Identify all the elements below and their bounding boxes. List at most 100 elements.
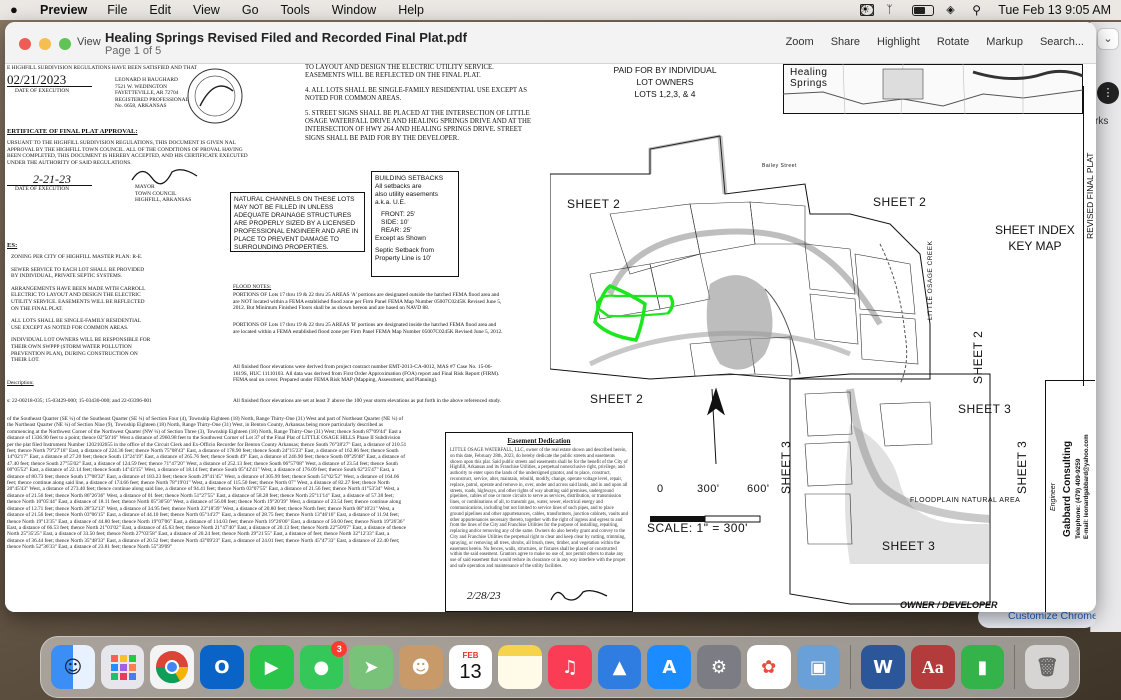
markup-button[interactable]: Markup: [986, 36, 1023, 48]
flood-notes-a: PORTIONS OF Lots 17 thru 19 & 22 thru 25…: [233, 292, 502, 312]
pdf-page[interactable]: E HIGHFILL SUBDIVISION REGULATIONS HAVE …: [5, 64, 1096, 612]
sheet-3-label-b: SHEET 3: [779, 440, 793, 494]
bookmarks-partial-label: rks: [1095, 116, 1109, 127]
finder-icon[interactable]: ☺: [51, 645, 95, 689]
photos-icon[interactable]: ✿: [746, 645, 791, 689]
building-setbacks-box: BUILDING SETBACKS All setbacks are also …: [371, 171, 459, 277]
system-settings-icon[interactable]: ⚙: [697, 645, 741, 689]
menu-go[interactable]: Go: [242, 3, 259, 17]
signature-line: [7, 86, 92, 87]
maps-icon[interactable]: ➤: [349, 645, 393, 689]
apple-menu-icon[interactable]: ●: [10, 3, 24, 17]
dock: ☺ O ▶ ● 3 ➤ ☻ FEB 13 ♫ ▲ A ⚙ ✿ ▣ W Aa ▮ 🗑: [40, 636, 1080, 698]
close-window-button[interactable]: [19, 38, 31, 50]
calendar-icon[interactable]: FEB 13: [448, 645, 493, 689]
sheet-3-label-d: SHEET 3: [882, 539, 936, 553]
document-title: Healing Springs Revised Filed and Record…: [105, 30, 467, 45]
menu-file[interactable]: File: [107, 3, 127, 17]
flood-notes-heading: FLOOD NOTES:: [233, 284, 272, 290]
preview-window: View Healing Springs Revised Filed and R…: [5, 22, 1096, 612]
scale-text: SCALE: 1" = 300': [647, 521, 748, 535]
menu-window[interactable]: Window: [332, 3, 376, 17]
dock-separator-2: [1014, 645, 1016, 689]
messages-badge: 3: [331, 641, 348, 657]
dock-separator: [850, 645, 852, 689]
paid-for-header: PAID FOR BY INDIVIDUAL LOT OWNERS LOTS 1…: [613, 65, 717, 99]
keynote-icon[interactable]: ▲: [597, 645, 642, 689]
description-label: Description:: [7, 380, 34, 386]
bluetooth-icon[interactable]: ᛉ: [886, 4, 900, 16]
flood-notes-d: All finished floor elevations are set at…: [233, 398, 502, 404]
trash-icon[interactable]: 🗑: [1025, 645, 1070, 689]
chrome-icon[interactable]: [150, 645, 195, 689]
dictionary-icon[interactable]: Aa: [910, 645, 955, 689]
parcel-numbers: s: 22-00218-035; 15-03429-000; 15-03430-…: [7, 398, 152, 404]
certificate-heading: ERTIFICATE OF FINAL PLAT APPROVAL:: [7, 128, 138, 135]
easement-date: 2/28/23: [467, 590, 501, 602]
share-button[interactable]: Share: [831, 36, 860, 48]
floodplain-natural-area-label: FLOODPLAIN NATURAL AREA: [910, 497, 1021, 504]
date-of-execution-label-2: DATE OF EXECUTION: [15, 186, 70, 192]
menu-tools[interactable]: Tools: [281, 3, 310, 17]
app-store-icon[interactable]: A: [647, 645, 692, 689]
notes-heading: ES:: [7, 242, 18, 249]
general-notes-list: ZONING PER CITY OF HIGHFILL MASTER PLAN:…: [11, 254, 151, 364]
natural-channels-box: NATURAL CHANNELS ON THESE LOTS MAY NOT B…: [230, 192, 365, 252]
page-count: Page 1 of 5: [105, 45, 162, 57]
menu-view[interactable]: View: [193, 3, 220, 17]
scale-zero: 0: [657, 483, 664, 495]
app-menu-preview[interactable]: Preview: [40, 3, 87, 17]
surveyor-seal-stamp: [187, 68, 243, 124]
contacts-icon[interactable]: ☻: [398, 645, 443, 689]
menu-help[interactable]: Help: [398, 3, 424, 17]
menu-bar: ● Preview File Edit View Go Tools Window…: [0, 0, 1121, 20]
little-osage-creek-label: LITTLE OSAGE CREEK: [927, 240, 934, 320]
wifi-icon[interactable]: ◈: [946, 4, 960, 16]
column-two-notes: TO LAYOUT AND DESIGN THE ELECTRIC UTILIT…: [305, 64, 532, 142]
execution-date-2: 2-21-23: [33, 172, 71, 186]
sheet-3-label-a: SHEET 3: [958, 402, 1012, 416]
flood-notes-c: All finished floor elevations were deriv…: [233, 364, 500, 384]
legal-description: of the Southeast Quarter (SE ¼) of the S…: [7, 416, 407, 551]
chevron-down-icon[interactable]: ⌄: [1097, 28, 1119, 50]
launchpad-icon[interactable]: [100, 645, 145, 689]
mayor-signature: [131, 169, 198, 185]
battery-icon[interactable]: [912, 4, 935, 16]
vicinity-label-healing-springs: Healing Springs: [790, 67, 830, 89]
sheet-2-label-c: SHEET 2: [590, 392, 644, 406]
menu-bar-clock[interactable]: Tue Feb 13 9:05 AM: [998, 3, 1111, 17]
scale-300: 300': [697, 483, 720, 495]
outlook-icon[interactable]: O: [200, 645, 244, 689]
sheet-3-label-c: SHEET 3: [1015, 440, 1029, 494]
window-titlebar: View Healing Springs Revised Filed and R…: [5, 22, 1096, 64]
sheet-2-label-b: SHEET 2: [873, 195, 927, 209]
numbers-icon[interactable]: ▮: [960, 645, 1005, 689]
revised-final-plat-label: REVISED FINAL PLAT: [1085, 152, 1095, 239]
bailey-street-label: Bailey Street: [762, 163, 797, 169]
spotlight-search-icon[interactable]: ⚲: [972, 4, 986, 16]
search-field[interactable]: Search...: [1040, 36, 1084, 48]
toolbar: Zoom Share Highlight Rotate Markup Searc…: [786, 36, 1084, 48]
date-of-execution-label: DATE OF EXECUTION: [15, 88, 70, 94]
notes-icon[interactable]: [498, 645, 543, 689]
execution-date-1: 02/21/2023: [7, 72, 67, 87]
highlight-button[interactable]: Highlight: [877, 36, 920, 48]
view-menu-button[interactable]: View: [77, 36, 101, 48]
facetime-icon[interactable]: ▶: [249, 645, 294, 689]
zoom-window-button[interactable]: [59, 38, 71, 50]
rotate-button[interactable]: Rotate: [937, 36, 969, 48]
flood-notes-b: PORTIONS OF Lots 17 thru 19 & 22 thru 25…: [233, 322, 503, 335]
preview-icon[interactable]: ▣: [796, 645, 841, 689]
mayor-block: MAYOR TOWN COUNCIL HIGHFILL, ARKANSAS: [135, 184, 192, 204]
control-center-icon[interactable]: [860, 4, 875, 16]
word-icon[interactable]: W: [861, 645, 905, 689]
minimize-window-button[interactable]: [39, 38, 51, 50]
more-options-icon[interactable]: ⋮: [1097, 82, 1119, 104]
sheet-2-label-d: SHEET 2: [971, 330, 985, 384]
zoom-button[interactable]: Zoom: [786, 36, 814, 48]
engineer-title-block: Engineer Gabbard Consulting Telephone: (…: [1045, 380, 1095, 612]
messages-icon[interactable]: ● 3: [299, 641, 348, 689]
sheet-index-key-map-title: SHEET INDEX KEY MAP: [995, 223, 1075, 253]
menu-edit[interactable]: Edit: [149, 3, 171, 17]
music-icon[interactable]: ♫: [548, 645, 592, 689]
